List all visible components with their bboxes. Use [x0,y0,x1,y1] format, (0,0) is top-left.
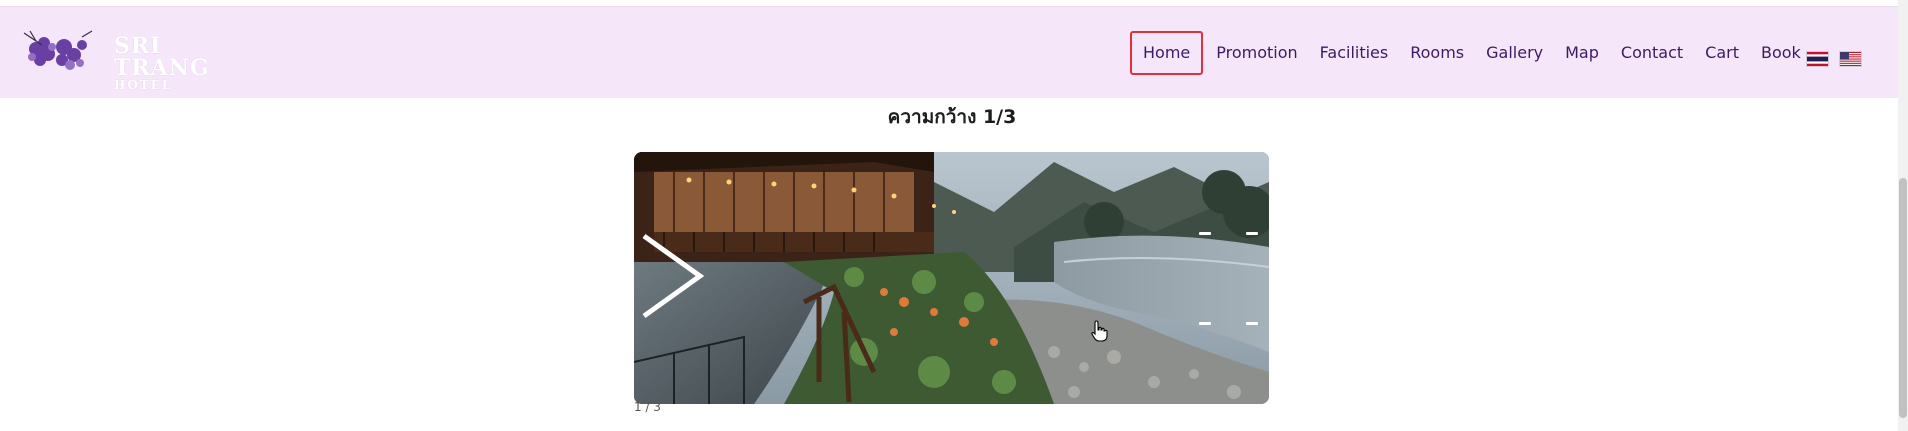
slider-handle-bottom-left[interactable] [1199,322,1211,325]
chevron-right-icon[interactable] [640,228,708,324]
slide-counter: 1 / 3 [634,400,661,414]
main-menu: Home Promotion Facilities Rooms Gallery … [1130,31,1812,75]
flower-logo-icon [23,30,93,70]
navbar: SRI TRANG HOTEL Home Promotion Facilitie… [0,6,1908,98]
page-scrollbar[interactable] [1898,0,1908,431]
resort-photo [634,152,1269,404]
image-slider[interactable] [634,152,1269,404]
nav-cart[interactable]: Cart [1694,32,1750,74]
hand-cursor-icon [1091,320,1108,342]
hotel-logo[interactable]: SRI TRANG HOTEL [22,27,242,91]
thai-flag-icon[interactable] [1806,51,1829,67]
logo-text: SRI TRANG HOTEL [114,35,242,91]
nav-book[interactable]: Book [1750,32,1812,74]
slider-handle-top-left[interactable] [1199,232,1211,235]
nav-facilities[interactable]: Facilities [1309,32,1400,74]
nav-home[interactable]: Home [1130,31,1204,75]
slider-caption: ความกว้าง 1/3 [887,106,1017,128]
language-switcher [1806,51,1862,67]
logo-title: SRI TRANG [114,33,210,81]
slider-handle-bottom-right[interactable] [1246,322,1258,325]
page: SRI TRANG HOTEL Home Promotion Facilitie… [0,0,1908,431]
nav-contact[interactable]: Contact [1610,32,1694,74]
us-flag-icon[interactable] [1839,51,1862,67]
nav-map[interactable]: Map [1554,32,1610,74]
scrollbar-thumb[interactable] [1899,178,1907,418]
nav-rooms[interactable]: Rooms [1399,32,1475,74]
slider-handle-top-right[interactable] [1246,232,1258,235]
nav-promotion[interactable]: Promotion [1205,32,1308,74]
nav-gallery[interactable]: Gallery [1475,32,1554,74]
